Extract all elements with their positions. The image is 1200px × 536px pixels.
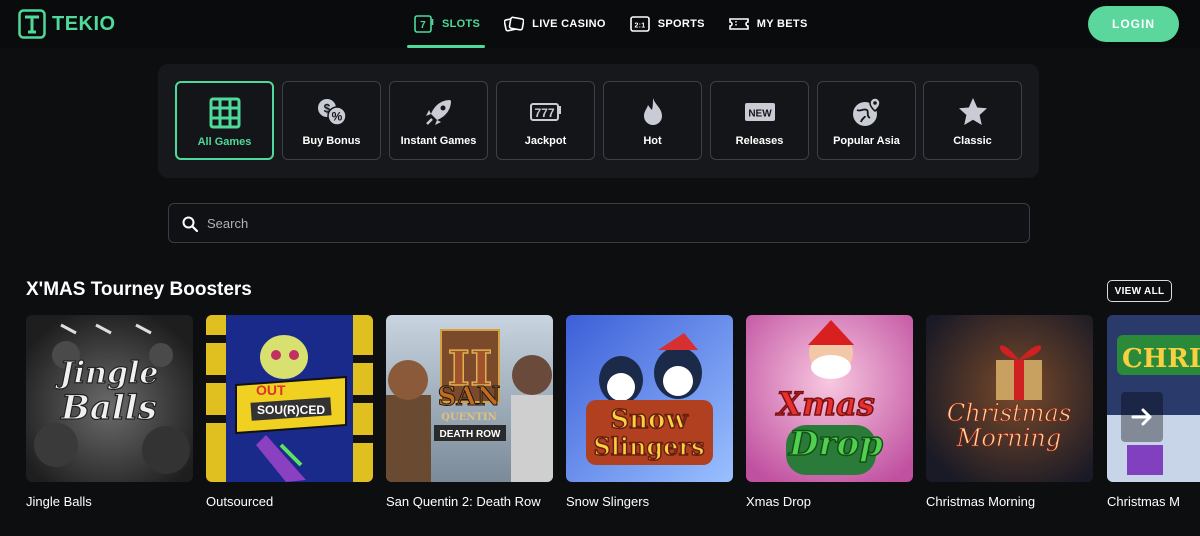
game-card[interactable]: Christmas Morning Christmas Morning <box>926 315 1093 509</box>
game-title: Snow Slingers <box>566 494 650 509</box>
search-icon <box>182 216 198 232</box>
slot-machine-icon: 7 <box>414 15 434 33</box>
game-title: San Quentin 2: Death Row <box>386 494 541 509</box>
game-title: Christmas M <box>1107 494 1180 509</box>
nav-label: SLOTS <box>442 18 481 30</box>
category-hot[interactable]: Hot <box>603 81 702 160</box>
game-title: Christmas Morning <box>926 494 1036 509</box>
game-card[interactable]: Xmas Drop Xmas Drop <box>746 315 913 509</box>
game-carousel: Jingle Balls Jingle Balls OUT SOU(R)CED <box>26 315 1200 515</box>
svg-text:CHRI: CHRI <box>1122 344 1200 374</box>
login-button[interactable]: LOGIN <box>1088 6 1179 42</box>
svg-text:DEATH ROW: DEATH ROW <box>440 429 501 440</box>
game-card[interactable]: II SAN QUENTIN DEATH ROW San Quentin 2: … <box>386 315 553 509</box>
game-thumbnail: Jingle Balls <box>26 315 193 482</box>
game-title: Jingle Balls <box>26 494 92 509</box>
game-thumbnail: Xmas Drop <box>746 315 913 482</box>
category-releases[interactable]: NEW Releases <box>710 81 809 160</box>
svg-text:777: 777 <box>534 106 554 120</box>
category-classic[interactable]: Classic <box>923 81 1022 160</box>
game-title: Xmas Drop <box>746 494 812 509</box>
svg-text:2:1: 2:1 <box>634 23 645 30</box>
carousel-next-button[interactable] <box>1121 392 1163 442</box>
game-thumbnail: II SAN QUENTIN DEATH ROW <box>386 315 553 482</box>
game-card[interactable]: OUT SOU(R)CED Outsourced <box>206 315 373 509</box>
game-thumbnail: OUT SOU(R)CED <box>206 315 373 482</box>
svg-text:Jingle: Jingle <box>55 356 159 391</box>
category-buy-bonus[interactable]: $ % Buy Bonus <box>282 81 381 160</box>
section-title: X'MAS Tourney Boosters <box>26 279 252 300</box>
grid-icon <box>209 97 240 129</box>
main-nav: 7 SLOTS LIVE CASINO 2:1 SPORTS MY BETS <box>400 0 820 48</box>
category-popular-asia[interactable]: Popular Asia <box>817 81 916 160</box>
game-card[interactable]: Jingle Balls Jingle Balls <box>26 315 193 509</box>
scoreboard-icon: 2:1 <box>629 16 650 32</box>
svg-text:Morning: Morning <box>956 424 1061 452</box>
category-label: Jackpot <box>524 135 567 147</box>
category-panel: All Games $ % Buy Bonus Instant Games 77… <box>158 64 1039 178</box>
top-bar: TEKIO 7 SLOTS LIVE CASINO 2:1 SPORTS MY … <box>0 0 1200 48</box>
svg-text:SOU(R)CED: SOU(R)CED <box>257 403 325 417</box>
game-thumbnail: Snow Slingers <box>566 315 733 482</box>
svg-text:7: 7 <box>420 20 426 31</box>
category-label: All Games <box>197 136 252 148</box>
svg-text:SAN: SAN <box>438 382 501 412</box>
game-card[interactable]: Snow Slingers Snow Slingers <box>566 315 733 509</box>
svg-text:OUT: OUT <box>256 382 286 398</box>
svg-text:Xmas: Xmas <box>775 385 874 423</box>
category-label: Classic <box>953 135 992 147</box>
category-label: Buy Bonus <box>302 135 361 147</box>
coins-percent-icon: $ % <box>317 99 347 126</box>
category-label: Hot <box>643 135 662 147</box>
nav-sports[interactable]: 2:1 SPORTS <box>618 0 717 48</box>
search-bar <box>168 203 1030 243</box>
view-all-button[interactable]: VIEW ALL <box>1107 280 1172 302</box>
nav-live-casino[interactable]: LIVE CASINO <box>492 0 618 48</box>
game-title: Outsourced <box>206 494 274 509</box>
category-all-games[interactable]: All Games <box>175 81 274 160</box>
777-icon: 777 <box>529 103 561 121</box>
category-label: Releases <box>735 135 784 147</box>
nav-label: SPORTS <box>657 18 705 30</box>
nav-label: MY BETS <box>756 18 808 30</box>
category-jackpot[interactable]: 777 Jackpot <box>496 81 595 160</box>
svg-text:%: % <box>331 110 342 124</box>
svg-text:Slingers: Slingers <box>593 432 704 461</box>
svg-text:Drop: Drop <box>788 424 883 464</box>
svg-text:Christmas: Christmas <box>947 399 1071 427</box>
category-label: Popular Asia <box>833 135 900 147</box>
new-badge-icon: NEW <box>744 103 775 121</box>
game-thumbnail: Christmas Morning <box>926 315 1093 482</box>
search-input[interactable] <box>207 204 1007 242</box>
svg-text:Snow: Snow <box>610 405 688 435</box>
arrow-right-icon <box>1131 408 1152 426</box>
brand-logo[interactable]: TEKIO <box>18 9 116 39</box>
svg-text:NEW: NEW <box>748 109 772 120</box>
nav-my-bets[interactable]: MY BETS <box>717 0 820 48</box>
logo-icon <box>18 9 46 39</box>
category-label: Instant Games <box>400 135 477 147</box>
brand-name: TEKIO <box>52 12 116 35</box>
star-icon <box>958 98 987 125</box>
nav-label: LIVE CASINO <box>532 18 606 30</box>
svg-text:QUENTIN: QUENTIN <box>441 412 496 423</box>
rocket-icon <box>425 100 451 125</box>
flame-icon <box>643 98 662 125</box>
svg-text:Balls: Balls <box>60 388 157 428</box>
ticket-icon <box>728 18 749 30</box>
cards-icon <box>504 16 525 32</box>
nav-slots[interactable]: 7 SLOTS <box>400 0 492 48</box>
category-instant-games[interactable]: Instant Games <box>389 81 488 160</box>
globe-pin-icon <box>852 97 881 126</box>
